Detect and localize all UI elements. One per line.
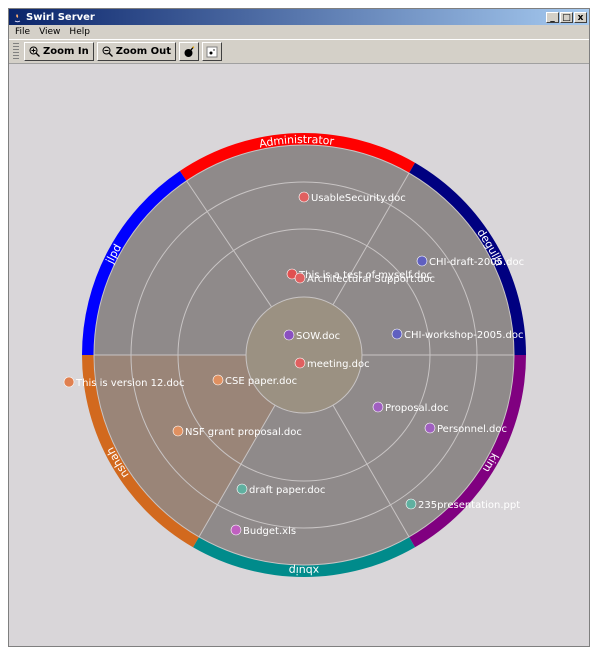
title-bar[interactable]: Swirl Server _ □ x bbox=[9, 9, 589, 25]
document-bubble[interactable] bbox=[294, 272, 306, 284]
document-bubble[interactable] bbox=[230, 524, 242, 536]
document-label: This is version 12.doc bbox=[75, 378, 184, 389]
document-label: Proposal.doc bbox=[385, 403, 449, 414]
document-node[interactable]: meeting.doc bbox=[294, 357, 370, 370]
maximize-button[interactable]: □ bbox=[560, 11, 573, 23]
document-label: UsableSecurity.doc bbox=[311, 193, 406, 204]
document-node[interactable]: This is version 12.doc bbox=[63, 376, 184, 389]
document-label: Architectural Support.doc bbox=[307, 274, 435, 285]
document-label: CHI-draft-2005.doc bbox=[429, 257, 524, 268]
user-label-xbuip: xbuip bbox=[288, 563, 319, 577]
document-bubble[interactable] bbox=[212, 374, 224, 386]
core-circle bbox=[246, 297, 362, 413]
document-label: draft paper.doc bbox=[249, 485, 325, 496]
magnifier-plus-icon bbox=[29, 46, 40, 57]
zoom-in-button[interactable]: Zoom In bbox=[24, 42, 94, 61]
document-bubble[interactable] bbox=[63, 376, 75, 388]
document-node[interactable]: NSF grant proposal.doc bbox=[172, 425, 302, 438]
document-bubble[interactable] bbox=[294, 357, 306, 369]
document-node[interactable]: UsableSecurity.doc bbox=[298, 191, 406, 204]
document-label: Personnel.doc bbox=[437, 424, 507, 435]
document-label: NSF grant proposal.doc bbox=[185, 427, 302, 438]
zoom-in-label: Zoom In bbox=[43, 46, 89, 57]
document-node[interactable]: CSE paper.doc bbox=[212, 374, 297, 387]
document-node[interactable]: CHI-draft-2005.doc bbox=[416, 255, 524, 268]
toolbar-grip[interactable] bbox=[13, 42, 19, 61]
swirl-window: Swirl Server _ □ x File View Help Zoom I… bbox=[8, 8, 590, 647]
document-bubble[interactable] bbox=[405, 498, 417, 510]
bomb-button[interactable] bbox=[179, 42, 200, 61]
document-node[interactable]: CHI-workshop-2005.doc bbox=[391, 328, 523, 341]
magnifier-minus-icon bbox=[102, 46, 113, 57]
java-icon bbox=[14, 13, 21, 22]
document-bubble[interactable] bbox=[283, 329, 295, 341]
menu-help[interactable]: Help bbox=[69, 27, 90, 37]
document-node[interactable]: Personnel.doc bbox=[424, 422, 507, 435]
document-label: CHI-workshop-2005.doc bbox=[404, 330, 523, 341]
window-title: Swirl Server bbox=[26, 11, 95, 23]
swirl-canvas[interactable]: Administrator degulla kim xbuip nshah jlpd Us… bbox=[9, 64, 589, 646]
document-node[interactable]: Proposal.doc bbox=[372, 401, 449, 414]
menu-view[interactable]: View bbox=[39, 27, 60, 37]
document-node[interactable]: Architectural Support.doc bbox=[294, 272, 435, 285]
zoom-out-button[interactable]: Zoom Out bbox=[96, 42, 177, 61]
document-bubble[interactable] bbox=[172, 425, 184, 437]
document-bubble[interactable] bbox=[424, 422, 436, 434]
document-bubble[interactable] bbox=[372, 401, 384, 413]
document-label: 235presentation.ppt bbox=[418, 500, 520, 511]
document-label: meeting.doc bbox=[307, 359, 370, 370]
bomb-icon bbox=[184, 45, 195, 57]
document-label: Budget.xls bbox=[243, 526, 296, 537]
document-bubble[interactable] bbox=[391, 328, 403, 340]
toolbar: Zoom In Zoom Out bbox=[9, 39, 589, 64]
zoom-out-label: Zoom Out bbox=[115, 46, 172, 57]
document-node[interactable]: draft paper.doc bbox=[236, 483, 325, 496]
document-label: SOW.doc bbox=[296, 331, 340, 342]
menu-file[interactable]: File bbox=[15, 27, 30, 37]
swirl-visualization[interactable]: Administratordegullakimxbuipnshahjlpd Us… bbox=[9, 64, 590, 647]
minimize-button[interactable]: _ bbox=[546, 11, 559, 23]
close-button[interactable]: x bbox=[574, 11, 587, 23]
document-node[interactable]: 235presentation.ppt bbox=[405, 498, 520, 511]
point-button[interactable] bbox=[202, 42, 223, 61]
point-icon bbox=[206, 46, 218, 57]
document-label: CSE paper.doc bbox=[225, 376, 297, 387]
document-bubble[interactable] bbox=[298, 191, 310, 203]
document-bubble[interactable] bbox=[236, 483, 248, 495]
document-bubble[interactable] bbox=[416, 255, 428, 267]
menu-bar: File View Help bbox=[9, 25, 589, 39]
